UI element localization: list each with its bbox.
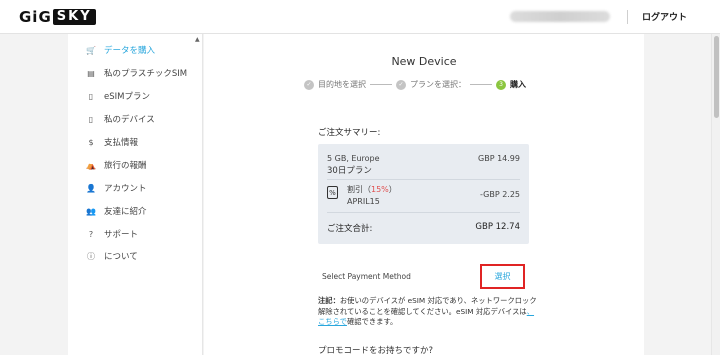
discount-value: -GBP 2.25 <box>479 190 520 199</box>
sidebar: ▲ 🛒 データを購入 ▤ 私のプラスチックSIM ▯ eSIMプラン ▯ 私のデバイス $ 支払情… <box>68 34 203 355</box>
total-row: ご注文合計: GBP 12.74 <box>327 222 520 234</box>
sidebar-item-5[interactable]: $ 支払情報 <box>86 134 138 150</box>
plan-row: 5 GB, Europe 30日プラン GBP 14.99 <box>327 154 520 176</box>
info-icon: ⓘ <box>87 251 95 261</box>
order-summary-title: ご注文サマリー: <box>318 128 381 138</box>
step-1-check-icon: ✓ <box>304 79 314 90</box>
sidebar-item-label: 旅行の報酬 <box>104 161 147 171</box>
sidebar-item-label: eSIMプラン <box>104 92 150 102</box>
top-header: GiG SKY ログアウト <box>0 0 720 34</box>
reward-icon: ⛺ <box>86 160 96 170</box>
sidebar-scroll-up-icon[interactable]: ▲ <box>195 36 200 43</box>
step-2-check-icon: ✓ <box>396 79 406 90</box>
discount-row: % 割引（15%） APRIL15 -GBP 2.25 <box>327 184 520 208</box>
sidebar-item-8[interactable]: 👥 友達に紹介 <box>86 203 147 219</box>
step-3-number: 3 <box>496 79 506 90</box>
sidebar-item-label: 支払情報 <box>104 138 139 148</box>
divider <box>327 179 520 180</box>
step-connector <box>370 84 392 85</box>
user-email-blurred <box>510 11 610 22</box>
payment-method-label: Select Payment Method <box>322 272 411 281</box>
discount-tag-icon: % <box>327 186 338 199</box>
page-scrollbar[interactable] <box>711 34 720 355</box>
plan-price: GBP 14.99 <box>478 154 520 163</box>
sidebar-item-label: 友達に紹介 <box>104 207 147 217</box>
sidebar-item-6[interactable]: ⛺ 旅行の報酬 <box>86 157 147 173</box>
gigsky-logo[interactable]: GiG SKY <box>19 8 96 26</box>
discount-label: 割引（ <box>347 185 371 194</box>
sidebar-item-4[interactable]: ▯ 私のデバイス <box>86 111 155 127</box>
logo-text-sky: SKY <box>52 9 96 25</box>
step-3-label: 購入 <box>510 80 526 89</box>
sidebar-item-label: データを購入 <box>104 46 156 56</box>
divider <box>327 212 520 213</box>
discount-percent: 15% <box>371 185 389 194</box>
sidebar-item-10[interactable]: ⓘ について <box>86 248 138 264</box>
device-icon: ▯ <box>88 114 94 124</box>
sidebar-item-1[interactable]: 🛒 データを購入 <box>86 42 155 58</box>
promo-code-prompt[interactable]: プロモコードをお持ちですか? <box>318 344 433 355</box>
sim-card-icon: ▤ <box>87 68 95 78</box>
sidebar-item-label: 私のデバイス <box>104 115 155 125</box>
cart-icon: 🛒 <box>86 45 96 55</box>
progress-steps: ✓ 目的地を選択 ✓ プランを選択： 3 購入 <box>304 79 526 90</box>
step-1-label: 目的地を選択 <box>318 80 366 89</box>
question-icon: ? <box>88 229 94 239</box>
sidebar-item-label: アカウント <box>104 184 147 194</box>
sidebar-item-label: サポート <box>104 230 139 240</box>
step-connector <box>470 84 492 85</box>
phone-icon: ▯ <box>88 91 94 101</box>
sidebar-item-7[interactable]: 👤 アカウント <box>86 180 147 196</box>
page-title: New Device <box>391 55 457 68</box>
total-label: ご注文合計: <box>327 224 373 234</box>
friends-icon: 👥 <box>86 206 96 216</box>
logout-link[interactable]: ログアウト <box>642 10 687 23</box>
note-suffix: 確認できます。 <box>346 317 398 326</box>
select-payment-button[interactable]: 選択 <box>480 264 525 289</box>
note-text: お使いのデバイスが eSIM 対応であり、ネットワークロック解除されていることを… <box>318 296 537 316</box>
user-icon: 👤 <box>86 183 96 193</box>
order-summary-box: 5 GB, Europe 30日プラン GBP 14.99 % 割引（15%） … <box>318 144 529 244</box>
sidebar-item-3[interactable]: ▯ eSIMプラン <box>86 88 150 104</box>
discount-label-close: ） <box>388 185 397 194</box>
dollar-icon: $ <box>88 137 94 147</box>
sidebar-item-9[interactable]: ? サポート <box>86 226 138 242</box>
scrollbar-thumb[interactable] <box>714 36 719 118</box>
total-value: GBP 12.74 <box>475 222 520 232</box>
logo-text-gig: GiG <box>19 8 52 26</box>
main-content: New Device ✓ 目的地を選択 ✓ プランを選択： 3 購入 ご注文サマ… <box>204 34 644 355</box>
step-2-label: プランを選択： <box>410 80 466 89</box>
sidebar-item-label: について <box>104 252 138 262</box>
plan-duration: 30日プラン <box>327 166 372 176</box>
sidebar-item-label: 私のプラスチックSIM <box>104 69 188 79</box>
header-divider <box>627 10 628 24</box>
note-prefix: 注記： <box>318 296 340 305</box>
esim-note: 注記：お使いのデバイスが eSIM 対応であり、ネットワークロック解除されている… <box>318 296 538 328</box>
discount-code: APRIL15 <box>347 197 380 206</box>
sidebar-item-2[interactable]: ▤ 私のプラスチックSIM <box>86 65 187 81</box>
